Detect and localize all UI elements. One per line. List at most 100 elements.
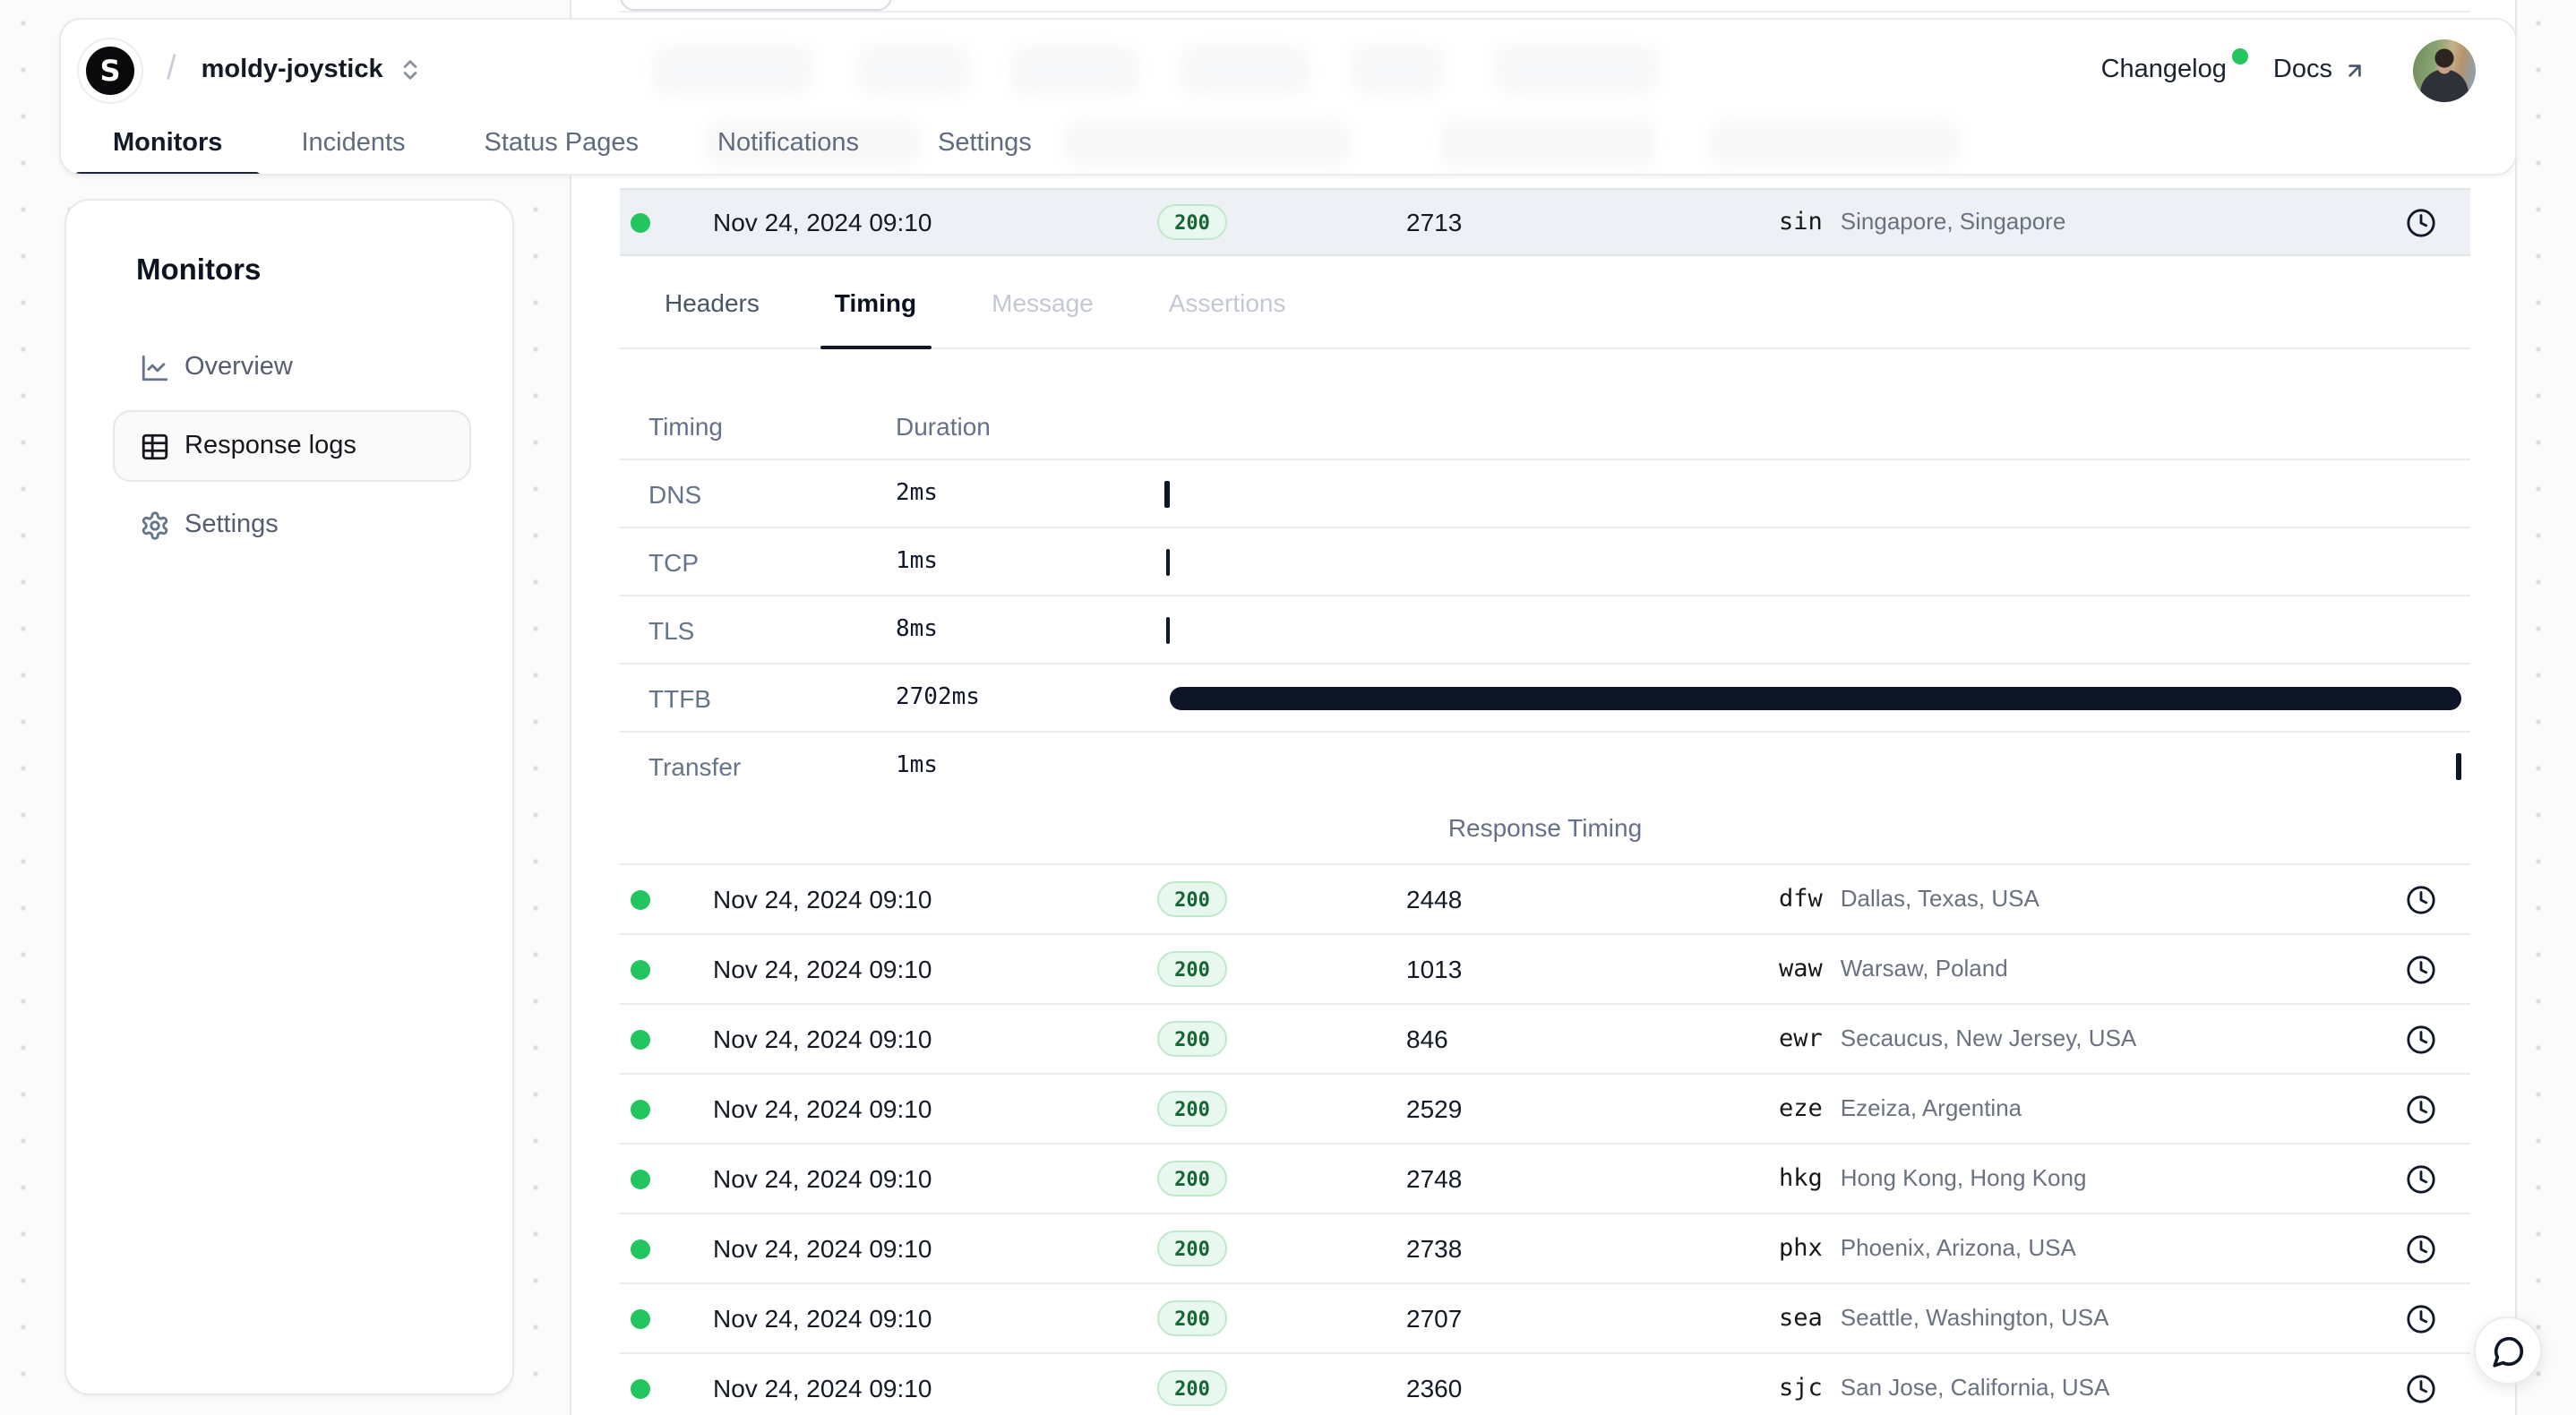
log-row[interactable]: Nov 24, 2024 09:10 200 2448 dfwDallas, T…	[620, 865, 2470, 935]
log-time-button[interactable]	[2402, 950, 2440, 988]
region-code: waw	[1779, 955, 1823, 983]
phase-duration: 2702ms	[896, 684, 1164, 711]
phase-bar-track	[1164, 596, 2461, 663]
docs-link[interactable]: Docs	[2273, 56, 2366, 84]
log-row[interactable]: Nov 24, 2024 09:10 200 2707 seaSeattle, …	[620, 1284, 2470, 1354]
status-code-badge: 200	[1156, 1370, 1228, 1406]
region-location: Seattle, Washington, USA	[1841, 1304, 2109, 1331]
timing-row-transfer: Transfer 1ms	[620, 731, 2470, 799]
phase-bar	[1166, 616, 1171, 643]
region-code: dfw	[1779, 885, 1823, 913]
region-location: Singapore, Singapore	[1841, 208, 2066, 235]
timing-row-dns: DNS 2ms	[620, 459, 2470, 527]
phase-duration: 8ms	[896, 616, 1164, 643]
sidebar-item-label: Response logs	[185, 432, 356, 460]
sidebar-item-settings[interactable]: Settings	[113, 489, 471, 561]
status-code-badge: 200	[1156, 1300, 1228, 1336]
status-ok-dot	[631, 1099, 650, 1119]
phase-duration: 2ms	[896, 480, 1164, 507]
status-ok-dot	[631, 212, 650, 232]
sidebar-item-response-logs[interactable]: Response logs	[113, 410, 471, 482]
log-detail-panel: Headers Timing Message Assertions Timing…	[620, 256, 2470, 845]
phase-bar	[1165, 548, 1170, 575]
log-latency: 2738	[1286, 1234, 1698, 1263]
log-date: Nov 24, 2024 09:10	[713, 208, 1098, 236]
support-chat-button[interactable]	[2474, 1316, 2542, 1385]
sidebar-item-overview[interactable]: Overview	[113, 331, 471, 403]
tab-headers[interactable]: Headers	[648, 256, 776, 347]
status-code-badge: 200	[1156, 1161, 1228, 1196]
main-content-panel: Nov 24, 2024 09:10 200 2713 sin Singapor…	[570, 0, 2517, 1415]
nav-tab-settings[interactable]: Settings	[938, 109, 1032, 176]
tab-timing[interactable]: Timing	[819, 256, 932, 347]
log-time-button[interactable]	[2402, 203, 2440, 241]
clock-icon	[2406, 1093, 2436, 1124]
chat-bubble-icon	[2491, 1334, 2525, 1368]
timing-table-header: Timing Duration	[620, 394, 2470, 459]
chevrons-up-down-icon	[398, 57, 423, 82]
log-row[interactable]: Nov 24, 2024 09:10 200 2748 hkgHong Kong…	[620, 1145, 2470, 1214]
log-date: Nov 24, 2024 09:10	[713, 1164, 1098, 1193]
region-location: San Jose, California, USA	[1841, 1374, 2110, 1401]
docs-label: Docs	[2273, 56, 2332, 84]
region-code: hkg	[1779, 1164, 1823, 1193]
nav-tab-monitors[interactable]: Monitors	[113, 109, 222, 176]
log-latency: 2748	[1286, 1164, 1698, 1193]
nav-tab-status-pages[interactable]: Status Pages	[485, 109, 640, 176]
timing-row-tcp: TCP 1ms	[620, 527, 2470, 595]
region-code: ewr	[1779, 1025, 1823, 1053]
log-latency: 846	[1286, 1025, 1698, 1053]
user-avatar[interactable]	[2413, 39, 2476, 101]
timing-column-header: Timing	[620, 412, 896, 441]
status-ok-dot	[631, 1239, 650, 1258]
log-row[interactable]: Nov 24, 2024 09:10 200 2360 sjc San Jose,…	[620, 1354, 2470, 1415]
phase-name: TTFB	[620, 683, 896, 712]
log-row[interactable]: Nov 24, 2024 09:10 200 2738 phxPhoenix, …	[620, 1214, 2470, 1284]
region-code: sjc	[1779, 1374, 1823, 1402]
log-date: Nov 24, 2024 09:10	[713, 1025, 1098, 1053]
log-row[interactable]: Nov 24, 2024 09:10 200 2529 ezeEzeiza, A…	[620, 1075, 2470, 1145]
clock-icon	[2406, 1233, 2436, 1264]
log-time-button[interactable]	[2402, 1299, 2440, 1337]
tab-message: Message	[975, 256, 1110, 347]
nav-tab-notifications[interactable]: Notifications	[717, 109, 859, 176]
workspace-switcher[interactable]: moldy-joystick	[202, 56, 423, 84]
phase-bar-track	[1164, 528, 2461, 595]
log-row-selected[interactable]: Nov 24, 2024 09:10 200 2713 sin Singapor…	[620, 188, 2470, 256]
log-date: Nov 24, 2024 09:10	[713, 885, 1098, 913]
log-time-button[interactable]	[2402, 880, 2440, 918]
nav-tab-incidents[interactable]: Incidents	[301, 109, 405, 176]
log-latency: 2707	[1286, 1304, 1698, 1333]
phase-name: DNS	[620, 479, 896, 508]
status-code-badge: 200	[1156, 1021, 1228, 1057]
timing-row-tls: TLS 8ms	[620, 595, 2470, 663]
phase-name: TCP	[620, 547, 896, 576]
sidebar-title: Monitors	[136, 254, 471, 288]
log-latency: 2448	[1286, 885, 1698, 913]
arrow-up-right-icon	[2343, 58, 2366, 81]
log-time-button[interactable]	[2402, 1090, 2440, 1128]
status-ok-dot	[631, 1169, 650, 1188]
phase-name: TLS	[620, 615, 896, 644]
log-latency: 2360	[1286, 1374, 1698, 1402]
gear-icon	[140, 510, 170, 540]
log-row[interactable]: Nov 24, 2024 09:10 200 846 ewr Secaucus, …	[620, 1005, 2470, 1075]
changelog-link[interactable]: Changelog	[2101, 56, 2227, 84]
log-time-button[interactable]	[2402, 1020, 2440, 1058]
workspace-name: moldy-joystick	[202, 56, 383, 84]
app-logo[interactable]: S	[86, 46, 134, 94]
log-time-button[interactable]	[2402, 1369, 2440, 1407]
status-ok-dot	[631, 1308, 650, 1328]
log-time-button[interactable]	[2402, 1160, 2440, 1197]
log-date: Nov 24, 2024 09:10	[713, 1094, 1098, 1123]
region-location: Ezeiza, Argentina	[1841, 1094, 2022, 1121]
log-date: Nov 24, 2024 09:10	[713, 1374, 1098, 1402]
log-time-button[interactable]	[2402, 1230, 2440, 1267]
region-location: Secaucus, New Jersey, USA	[1841, 1025, 2136, 1051]
response-log-list: Nov 24, 2024 09:10 200 2448 dfwDallas, T…	[620, 863, 2470, 1415]
region-location: Phoenix, Arizona, USA	[1841, 1234, 2076, 1261]
logo-glyph: S	[99, 53, 120, 87]
phase-duration: 1ms	[896, 548, 1164, 575]
status-ok-dot	[631, 889, 650, 909]
log-row[interactable]: Nov 24, 2024 09:10 200 1013 wawWarsaw, P…	[620, 935, 2470, 1005]
